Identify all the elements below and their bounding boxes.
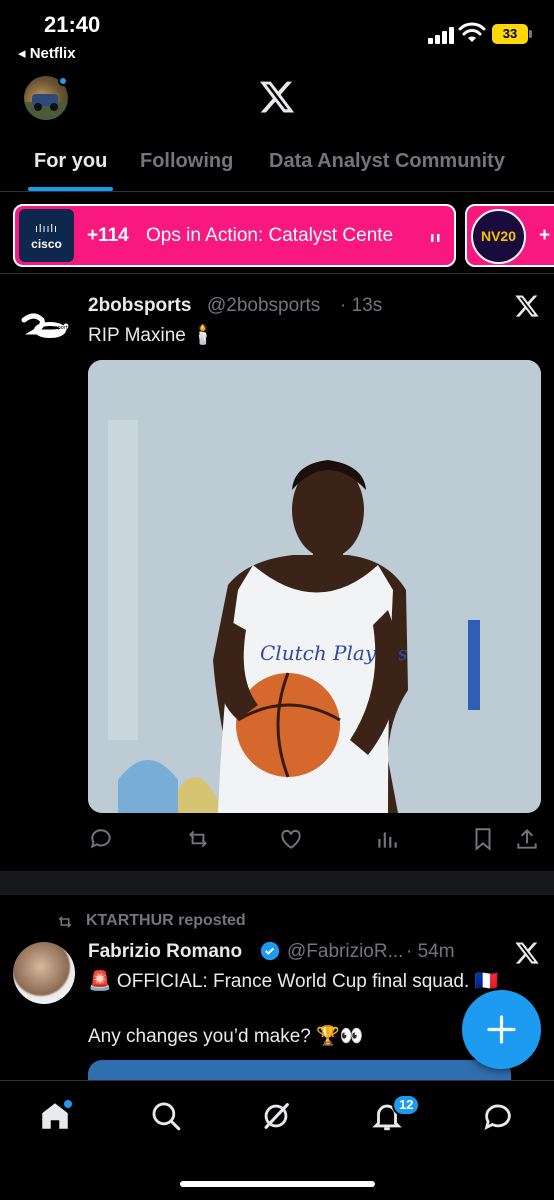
live-spaces-bar: ılıılı cisco +114 Ops in Action: Catalys… xyxy=(0,198,554,274)
space-listener-count: +114 xyxy=(87,225,129,246)
tab-following[interactable]: Following xyxy=(140,150,233,173)
compose-post-button[interactable] xyxy=(462,990,541,1069)
nv20-logo: NV20 xyxy=(471,209,526,264)
wifi-icon xyxy=(458,22,486,42)
like-icon[interactable] xyxy=(278,826,304,852)
share-icon[interactable] xyxy=(514,826,540,852)
space-listener-count-2: + xyxy=(539,225,551,246)
status-bar: 21:40 ◂ Netflix 33 xyxy=(0,0,554,70)
cellular-signal-icon xyxy=(428,26,456,44)
tweet-timestamp-2[interactable]: · 54m xyxy=(406,941,455,963)
repost-indicator-icon xyxy=(58,916,72,928)
home-unread-dot xyxy=(64,1100,72,1108)
back-to-app-link[interactable]: ◂ Netflix xyxy=(18,44,76,62)
status-time: 21:40 xyxy=(44,12,101,37)
tweet-text-2-line2: Any changes you’d make? 🏆👀 xyxy=(88,1026,364,1047)
repost-attribution[interactable]: KTARTHUR reposted xyxy=(86,912,246,930)
section-divider xyxy=(0,871,554,895)
views-icon[interactable] xyxy=(374,826,400,852)
x-grok-icon-2[interactable] xyxy=(514,940,540,966)
space-card[interactable]: ılıılı cisco +114 Ops in Action: Catalys… xyxy=(13,204,456,267)
x-grok-icon[interactable] xyxy=(514,293,540,319)
tweet-actions xyxy=(88,826,541,854)
notifications-badge: 12 xyxy=(392,1094,421,1116)
repost-icon[interactable] xyxy=(185,826,211,852)
audio-bars-icon xyxy=(431,234,440,242)
search-icon[interactable] xyxy=(149,1099,183,1133)
plus-icon xyxy=(487,1015,516,1044)
2bobsports-avatar[interactable]: sports xyxy=(20,312,70,342)
tweet-media-photo[interactable]: Clutch Players xyxy=(88,360,541,813)
bookmark-icon[interactable] xyxy=(470,826,496,852)
verified-badge-icon xyxy=(260,941,280,961)
reply-icon[interactable] xyxy=(88,826,114,852)
tweet-author-name-2[interactable]: Fabrizio Romano xyxy=(88,941,242,963)
tweet-text-2: 🚨 OFFICIAL: France World Cup final squad… xyxy=(88,971,499,992)
tweet-author-name[interactable]: 2bobsports xyxy=(88,295,191,317)
fabrizio-avatar[interactable] xyxy=(13,942,75,1004)
messages-icon[interactable] xyxy=(481,1099,515,1133)
grok-icon[interactable] xyxy=(259,1099,293,1133)
space-title: Ops in Action: Catalyst Cente xyxy=(146,225,394,246)
battery-indicator: 33 xyxy=(492,24,532,44)
unread-dot xyxy=(58,76,68,86)
timeline-tabs: For you Following Data Analyst Community xyxy=(0,140,554,192)
basketball-player-photo: Clutch Players xyxy=(88,360,541,813)
x-logo-icon xyxy=(259,81,295,113)
svg-text:sports: sports xyxy=(55,325,70,331)
home-indicator xyxy=(180,1181,375,1187)
tweet-author-handle[interactable]: @2bobsports xyxy=(207,295,320,317)
tweet-author-handle-2[interactable]: @FabrizioR... xyxy=(287,941,403,963)
tab-data-analyst-community[interactable]: Data Analyst Community xyxy=(269,150,505,173)
tab-for-you[interactable]: For you xyxy=(34,150,107,173)
tweet-timestamp[interactable]: · 13s xyxy=(340,295,382,317)
active-tab-indicator xyxy=(28,187,113,191)
cisco-logo: ılıılı cisco xyxy=(19,209,74,262)
tweet-text: RIP Maxine 🕯️ xyxy=(88,325,215,346)
space-card-2[interactable]: NV20 + xyxy=(465,204,554,267)
cisco-bars-icon: ılıılı xyxy=(34,223,59,235)
